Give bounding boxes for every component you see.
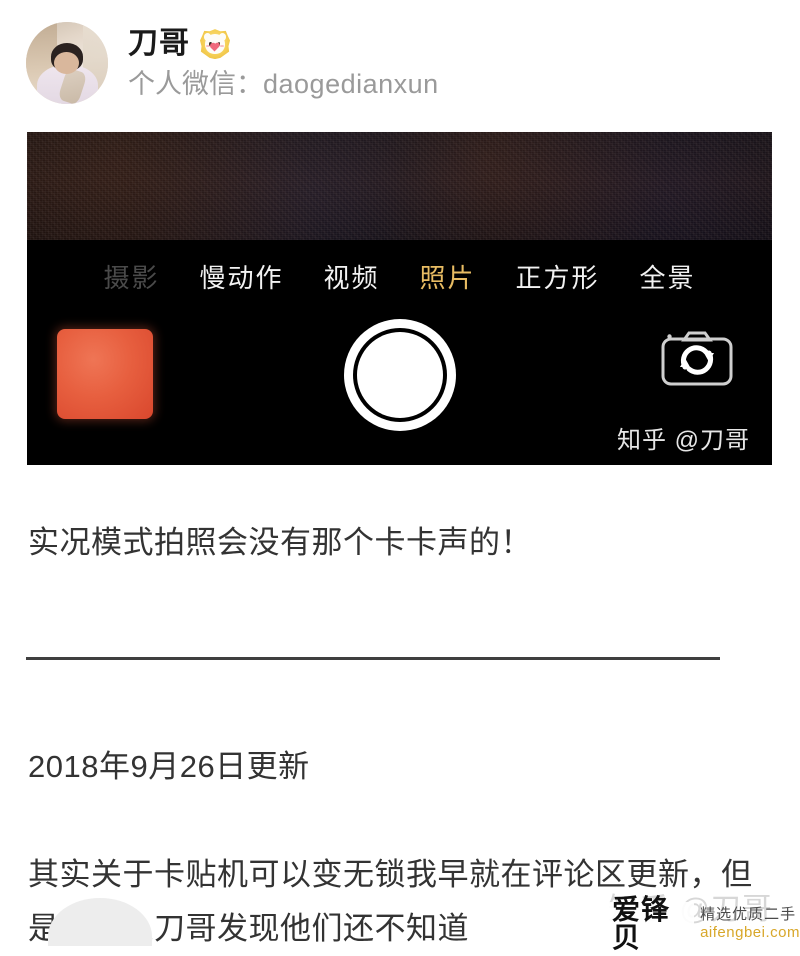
update-date-heading: 2018年9月26日更新 (28, 749, 310, 784)
aifengbei-tagline: 精选优质二手 (700, 906, 797, 923)
avatar[interactable] (26, 22, 108, 104)
gold-verified-badge-icon (200, 29, 230, 60)
last-photo-thumbnail-icon[interactable] (57, 329, 153, 419)
shutter-ring-gap (352, 328, 447, 422)
camera-mode-square[interactable]: 正方形 (516, 258, 600, 295)
author-name-row: 刀哥 (128, 24, 439, 64)
aifengbei-url: aifengbei.com (700, 924, 800, 941)
camera-mode-video[interactable]: 视频 (323, 258, 379, 295)
zhihu-watermark-in-image: 知乎 @刀哥 (616, 427, 750, 454)
camera-controls (27, 317, 772, 435)
caption-text: 实况模式拍照会没有那个卡卡声的！ (28, 525, 532, 560)
camera-mode-photo[interactable]: 照片 (420, 258, 476, 295)
camera-screenshot-image: 摄影 慢动作 视频 照片 正方形 全景 知乎 @刀哥 (27, 132, 772, 465)
aifengbei-logo-text: 爱锋贝 (608, 896, 695, 952)
camera-mode-selector[interactable]: 摄影 慢动作 视频 照片 正方形 全景 (27, 248, 772, 304)
camera-mode-pano[interactable]: 全景 (640, 258, 696, 295)
camera-mode-shexiang[interactable]: 摄影 (103, 258, 159, 295)
shutter-inner-circle (356, 332, 443, 418)
author-wechat-id: daogedianxun (263, 69, 439, 100)
author-text-block: 刀哥 个人微信：daogedianxun (128, 24, 439, 102)
camera-mode-slowmo[interactable]: 慢动作 (199, 258, 283, 295)
author-subtitle-label: 个人微信： (128, 69, 263, 100)
section-divider (26, 657, 720, 660)
author-bar: 刀哥 个人微信：daogedianxun (26, 14, 766, 112)
aifengbei-watermark: 爱锋贝 精选优质二手 aifengbei.com (608, 896, 800, 952)
shutter-button[interactable] (343, 319, 456, 431)
flip-camera-icon[interactable] (660, 329, 734, 387)
author-subtitle: 个人微信：daogedianxun (128, 68, 439, 102)
author-name[interactable]: 刀哥 (128, 29, 190, 59)
camera-viewfinder (27, 132, 772, 240)
aifengbei-watermark-text-block: 精选优质二手 aifengbei.com (700, 902, 800, 946)
